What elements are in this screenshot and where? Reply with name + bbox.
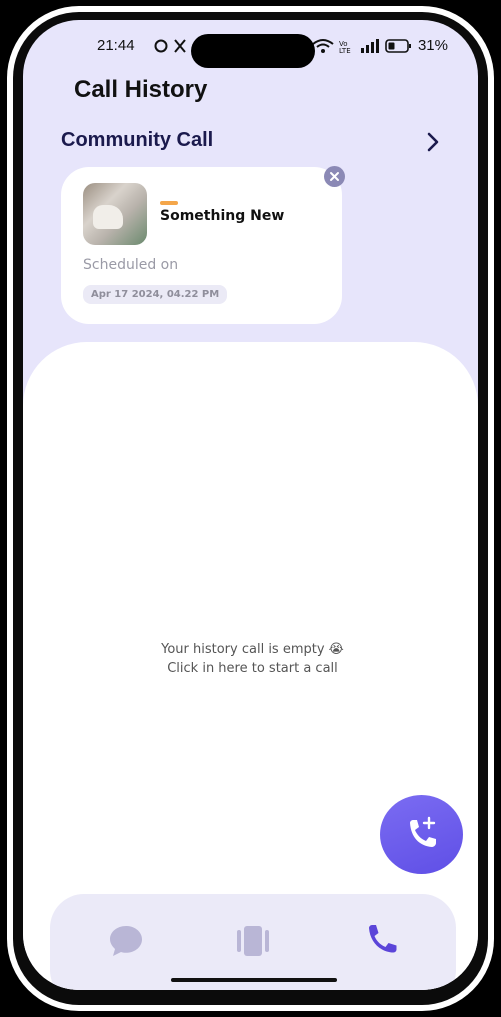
status-time: 21:44 bbox=[97, 37, 135, 54]
empty-line-2: Click in here to start a call bbox=[167, 661, 338, 676]
battery-icon bbox=[385, 38, 411, 53]
empty-line-1: Your history call is empty 😭 bbox=[161, 642, 344, 657]
screen: 21:44 Vo LTE 31% Call History Community … bbox=[23, 20, 478, 990]
community-call-title: Community Call bbox=[61, 129, 214, 151]
scheduled-label: Scheduled on bbox=[83, 257, 179, 273]
bottom-nav bbox=[50, 894, 456, 990]
phone-add-icon bbox=[410, 816, 436, 847]
empty-history-message[interactable]: Your history call is empty 😭 Click in he… bbox=[23, 640, 478, 678]
call-title: Something New bbox=[160, 208, 285, 224]
dynamic-island bbox=[191, 34, 315, 68]
community-call-card[interactable]: Something New Scheduled on Apr 17 2024, … bbox=[61, 167, 342, 324]
notification-icon bbox=[154, 39, 186, 53]
close-button[interactable] bbox=[324, 166, 345, 187]
nav-chat-icon[interactable] bbox=[107, 922, 145, 960]
close-icon bbox=[330, 172, 339, 181]
home-indicator[interactable] bbox=[171, 978, 337, 982]
nav-stories-icon[interactable] bbox=[234, 922, 272, 960]
svg-text:LTE: LTE bbox=[339, 47, 351, 54]
status-tag bbox=[160, 201, 178, 205]
page-title: Call History bbox=[74, 76, 208, 103]
status-right: Vo LTE 31% bbox=[312, 37, 448, 54]
chevron-right-icon[interactable] bbox=[421, 130, 445, 154]
call-thumbnail bbox=[83, 183, 147, 245]
new-call-button[interactable] bbox=[380, 795, 463, 874]
nav-phone-icon[interactable] bbox=[362, 922, 400, 960]
scheduled-date: Apr 17 2024, 04.22 PM bbox=[83, 285, 228, 304]
volte-icon: Vo LTE bbox=[339, 40, 351, 54]
notification-icons bbox=[153, 37, 193, 57]
signal-icon bbox=[360, 38, 379, 53]
battery-percent: 31% bbox=[417, 37, 448, 54]
wifi-icon bbox=[312, 38, 334, 53]
